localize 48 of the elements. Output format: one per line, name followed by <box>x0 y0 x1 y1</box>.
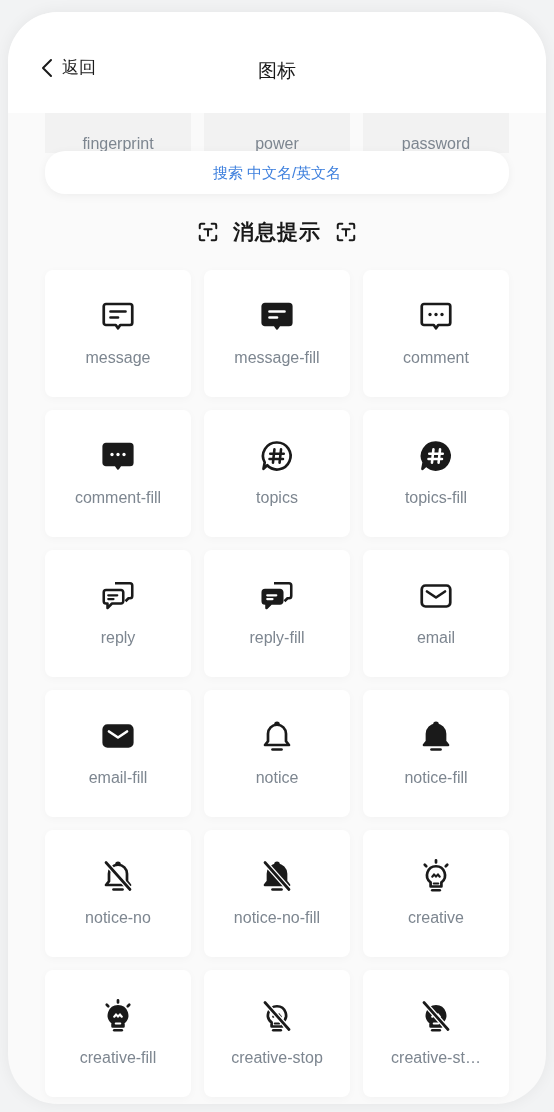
hashtag-bubble-icon <box>259 438 295 474</box>
icon-label: reply <box>100 629 136 647</box>
icon-card[interactable]: reply-fill <box>204 550 350 677</box>
icon-card[interactable]: comment-fill <box>45 410 191 537</box>
icon-label: reply-fill <box>249 629 305 647</box>
icon-card[interactable]: notice-fill <box>363 690 509 817</box>
icon-label: topics <box>256 489 298 507</box>
scan-text-icon <box>197 221 219 243</box>
icon-label: creative-stop <box>231 1049 323 1067</box>
page-title: 图标 <box>258 60 296 81</box>
icon-card[interactable]: topics-fill <box>363 410 509 537</box>
icon-label: email-fill <box>88 769 148 787</box>
icon-label: notice-no <box>85 909 151 927</box>
back-button[interactable]: 返回 <box>36 52 100 83</box>
icon-card[interactable]: fingerprint <box>45 113 191 153</box>
icon-label: email <box>416 629 456 647</box>
icon-label: notice-no-fill <box>233 909 321 927</box>
icon-card[interactable]: notice <box>204 690 350 817</box>
icon-card[interactable]: creative-st… <box>363 970 509 1097</box>
icon-card[interactable]: email-fill <box>45 690 191 817</box>
icon-label: topics-fill <box>404 489 468 507</box>
icon-card[interactable]: email <box>363 550 509 677</box>
icon-card[interactable]: creative <box>363 830 509 957</box>
icon-label: message <box>85 349 151 367</box>
search-field[interactable]: 搜索 中文名/英文名 <box>45 151 509 194</box>
section-title: 消息提示 <box>233 219 321 245</box>
icon-label: message-fill <box>234 349 320 367</box>
icon-card[interactable]: notice-no-fill <box>204 830 350 957</box>
icon-label: creative <box>408 909 464 927</box>
icon-card[interactable]: message <box>45 270 191 397</box>
chevron-left-icon <box>40 57 54 78</box>
scan-text-icon <box>335 221 357 243</box>
icon-card[interactable]: notice-no <box>45 830 191 957</box>
icon-card[interactable]: power <box>204 113 350 153</box>
icon-card[interactable]: password <box>363 113 509 153</box>
icon-label: comment-fill <box>74 489 162 507</box>
icon-card[interactable]: topics <box>204 410 350 537</box>
icon-label: comment <box>403 349 469 367</box>
icon-label: notice-fill <box>404 769 468 787</box>
icon-label: creative-fill <box>79 1049 157 1067</box>
icon-label: creative-st… <box>391 1049 481 1067</box>
icon-card[interactable]: creative-fill <box>45 970 191 1097</box>
icon-card[interactable]: creative-stop <box>204 970 350 1097</box>
hashtag-bubble-icon <box>418 438 454 474</box>
icon-card[interactable]: reply <box>45 550 191 677</box>
icon-label: notice <box>255 769 299 787</box>
icon-card[interactable]: comment <box>363 270 509 397</box>
icon-card[interactable]: message-fill <box>204 270 350 397</box>
